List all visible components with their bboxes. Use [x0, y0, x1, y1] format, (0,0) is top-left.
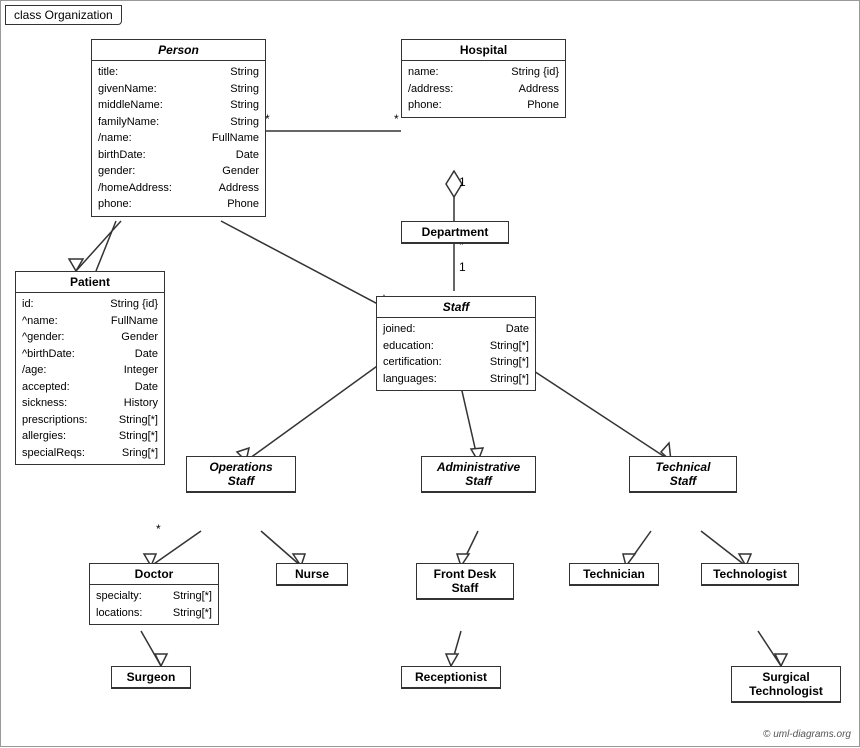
staff-body: joined:Date education:String[*] certific…: [377, 318, 535, 390]
department-header: Department: [402, 222, 508, 243]
nurse-class: Nurse: [276, 563, 348, 586]
svg-text:*: *: [394, 112, 399, 126]
operations-staff-class: OperationsStaff: [186, 456, 296, 493]
svg-text:1: 1: [459, 175, 466, 189]
hospital-header: Hospital: [402, 40, 565, 61]
administrative-staff-class: AdministrativeStaff: [421, 456, 536, 493]
person-class: Person title:String givenName:String mid…: [91, 39, 266, 217]
doctor-header: Doctor: [90, 564, 218, 585]
technical-staff-class: TechnicalStaff: [629, 456, 737, 493]
doctor-body: specialty:String[*] locations:String[*]: [90, 585, 218, 624]
copyright: © uml-diagrams.org: [763, 729, 851, 740]
surgical-technologist-class: SurgicalTechnologist: [731, 666, 841, 703]
patient-header: Patient: [16, 272, 164, 293]
svg-text:*: *: [156, 522, 161, 536]
hospital-class: Hospital name:String {id} /address:Addre…: [401, 39, 566, 118]
technologist-class: Technologist: [701, 563, 799, 586]
technician-header: Technician: [570, 564, 658, 585]
svg-text:1: 1: [459, 260, 466, 274]
technologist-header: Technologist: [702, 564, 798, 585]
technical-staff-header: TechnicalStaff: [630, 457, 736, 492]
front-desk-staff-class: Front DeskStaff: [416, 563, 514, 600]
patient-body: id:String {id} ^name:FullName ^gender:Ge…: [16, 293, 164, 464]
receptionist-header: Receptionist: [402, 667, 500, 688]
surgeon-class: Surgeon: [111, 666, 191, 689]
department-class: Department: [401, 221, 509, 244]
nurse-header: Nurse: [277, 564, 347, 585]
person-header: Person: [92, 40, 265, 61]
staff-class: Staff joined:Date education:String[*] ce…: [376, 296, 536, 391]
operations-staff-header: OperationsStaff: [187, 457, 295, 492]
technician-class: Technician: [569, 563, 659, 586]
diagram-title: class Organization: [5, 5, 122, 25]
surgeon-header: Surgeon: [112, 667, 190, 688]
patient-class: Patient id:String {id} ^name:FullName ^g…: [15, 271, 165, 465]
doctor-class: Doctor specialty:String[*] locations:Str…: [89, 563, 219, 625]
surgical-technologist-header: SurgicalTechnologist: [732, 667, 840, 702]
hospital-body: name:String {id} /address:Address phone:…: [402, 61, 565, 117]
front-desk-staff-header: Front DeskStaff: [417, 564, 513, 599]
receptionist-class: Receptionist: [401, 666, 501, 689]
administrative-staff-header: AdministrativeStaff: [422, 457, 535, 492]
diagram-container: class Organization * * 1 * 1 *: [0, 0, 860, 747]
person-body: title:String givenName:String middleName…: [92, 61, 265, 216]
staff-header: Staff: [377, 297, 535, 318]
